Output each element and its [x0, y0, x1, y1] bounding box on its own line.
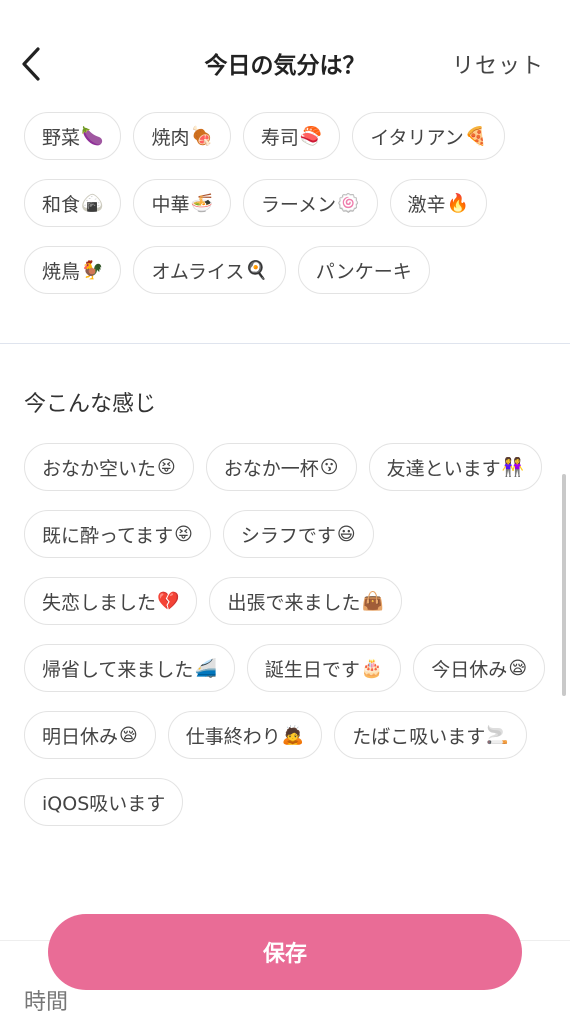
mood-chip-day-off-tomorrow[interactable]: 明日休み 😪 [24, 711, 156, 759]
handbag-icon: 👜 [361, 590, 384, 612]
chip-label: ラーメン [260, 193, 337, 216]
chip-label: 焼肉 [151, 126, 190, 149]
food-chip-yakitori[interactable]: 焼鳥 🐓 [24, 246, 122, 294]
chip-label: 出張で来ました [227, 591, 361, 614]
bullet-train-icon: 🚄 [194, 657, 217, 679]
mood-chip-drunk[interactable]: 既に酔ってます 😝 [24, 510, 211, 558]
tongue-face-icon: 😝 [174, 523, 193, 545]
section-divider [0, 343, 570, 344]
sleepy-face-icon: 😪 [508, 657, 528, 679]
sushi-icon: 🍣 [299, 125, 323, 147]
pizza-icon: 🍕 [464, 125, 488, 147]
reset-button[interactable]: リセット [452, 48, 544, 80]
chip-label: 激辛 [407, 193, 446, 216]
chip-label: 中華 [151, 193, 190, 216]
chip-label: イタリアン [370, 126, 464, 149]
chip-label: おなか一杯 [223, 457, 319, 480]
scrollbar[interactable] [562, 474, 566, 696]
food-chip-pancake[interactable]: パンケーキ [297, 246, 430, 294]
chip-label: 既に酔ってます [42, 524, 174, 547]
mood-chip-iqos[interactable]: iQOS吸います [24, 778, 184, 826]
food-chip-chinese[interactable]: 中華 🍜 [133, 179, 231, 227]
food-chip-omurice[interactable]: オムライス 🍳 [133, 246, 286, 294]
chip-label: iQOS吸います [42, 792, 166, 815]
mood-chip-list: おなか空いた 😝 おなか一杯 😗 友達といます 👭 既に酔ってます 😝 シラフです 😃 失… [24, 443, 554, 826]
mood-chip-smoker[interactable]: たばこ吸います 🚬 [334, 711, 527, 759]
chip-label: 友達といます [386, 457, 501, 480]
two-people-icon: 👭 [501, 456, 524, 478]
mood-chip-day-off-today[interactable]: 今日休み 😪 [413, 644, 546, 692]
mood-chip-heartbroken[interactable]: 失恋しました 💔 [24, 577, 198, 625]
food-chip-washoku[interactable]: 和食 🍙 [24, 179, 122, 227]
fire-icon: 🔥 [446, 192, 469, 214]
mood-chip-homecoming[interactable]: 帰省して来ました 🚄 [24, 644, 235, 692]
mood-chip-business-trip[interactable]: 出張で来ました 👜 [209, 577, 402, 625]
chip-label: 失恋しました [42, 591, 157, 614]
chip-label: パンケーキ [315, 260, 412, 283]
tongue-face-icon: 😝 [157, 456, 176, 478]
food-chip-italian[interactable]: イタリアン 🍕 [352, 112, 506, 160]
chip-label: 帰省して来ました [42, 658, 194, 681]
eggplant-icon: 🍆 [81, 125, 104, 147]
food-chip-spicy[interactable]: 激辛 🔥 [389, 179, 487, 227]
mood-chip-birthday[interactable]: 誕生日です 🎂 [246, 644, 402, 692]
food-chip-yakiniku[interactable]: 焼肉 🍖 [133, 112, 231, 160]
broken-heart-icon: 💔 [157, 590, 180, 612]
kissing-face-icon: 😗 [319, 456, 339, 478]
time-section-title: 時間 [24, 990, 69, 1015]
header: 今日の気分は？ リセット [0, 0, 570, 120]
chip-label: シラフです [240, 524, 336, 547]
chip-label: おなか空いた [42, 457, 157, 480]
save-button[interactable]: 保存 [48, 914, 522, 990]
chip-label: 誕生日です [264, 658, 360, 681]
chip-label: 仕事終わり [185, 725, 281, 748]
meat-icon: 🍖 [190, 125, 213, 147]
chip-label: 明日休み [42, 725, 119, 748]
mood-chip-hungry[interactable]: おなか空いた 😝 [24, 443, 194, 491]
chip-label: 和食 [42, 193, 81, 216]
food-chip-sushi[interactable]: 寿司 🍣 [242, 112, 341, 160]
food-chip-list: 野菜 🍆 焼肉 🍖 寿司 🍣 イタリアン 🍕 和食 🍙 中華 🍜 ラーメン 🍥 激辛 🔥 焼鳥 🐓… [24, 112, 554, 294]
mood-section-title: 今こんな感じ [24, 392, 157, 417]
chip-label: 今日休み [431, 658, 508, 681]
cigarette-icon: 🚬 [486, 724, 509, 746]
birthday-cake-icon: 🎂 [360, 657, 384, 679]
mood-chip-sober[interactable]: シラフです 😃 [222, 510, 374, 558]
food-chip-vegetables[interactable]: 野菜 🍆 [24, 112, 122, 160]
smiley-face-icon: 😃 [336, 523, 356, 545]
fish-cake-icon: 🍥 [337, 192, 360, 214]
rooster-icon: 🐓 [81, 259, 104, 281]
noodle-bowl-icon: 🍜 [190, 192, 213, 214]
mood-chip-with-friends[interactable]: 友達といます 👭 [368, 443, 542, 491]
laptop-worker-icon: 🙇 [281, 724, 305, 746]
chip-label: オムライス [151, 260, 245, 283]
sleepy-face-icon: 😪 [119, 724, 138, 746]
chip-label: たばこ吸います [352, 725, 486, 748]
chip-label: 焼鳥 [42, 260, 81, 283]
frying-pan-icon: 🍳 [245, 259, 268, 281]
food-chip-ramen[interactable]: ラーメン 🍥 [242, 179, 378, 227]
mood-chip-after-work[interactable]: 仕事終わり 🙇 [167, 711, 323, 759]
mood-chip-full[interactable]: おなか一杯 😗 [205, 443, 357, 491]
chip-label: 寿司 [260, 126, 299, 149]
chip-label: 野菜 [42, 126, 81, 149]
rice-ball-icon: 🍙 [81, 192, 104, 214]
